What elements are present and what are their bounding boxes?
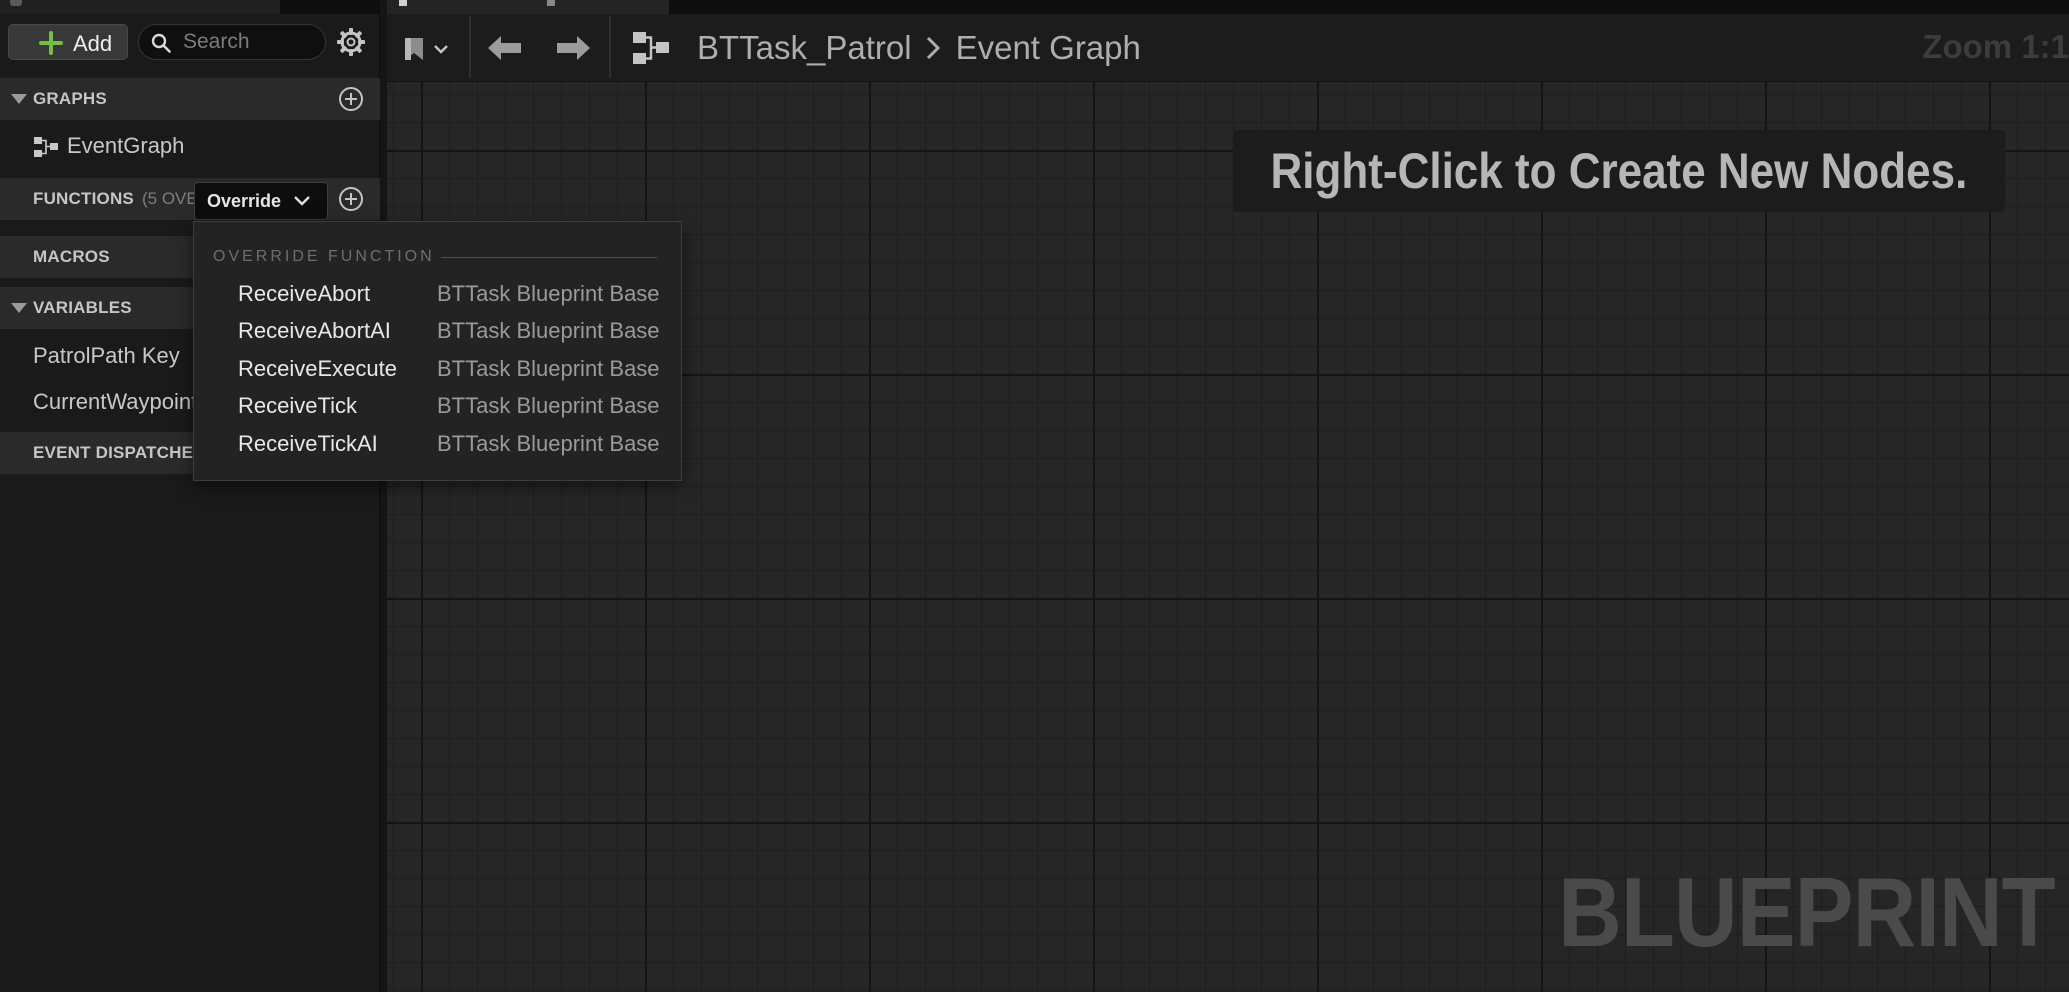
breadcrumb: BTTask_Patrol Event Graph [697,26,1141,70]
override-dropdown-button[interactable]: Override [194,182,328,220]
section-label: MACROS [33,247,110,266]
create-nodes-hint: Right-Click to Create New Nodes. [1233,130,2005,212]
add-function-button[interactable] [338,186,364,212]
breadcrumb-item-graph[interactable]: Event Graph [956,29,1141,67]
search-icon [151,33,171,53]
override-label: Override [207,191,282,211]
override-function-menu: OVERRIDE FUNCTION ReceiveAbort BTTask Bl… [193,221,682,481]
menu-item-receivetickai[interactable]: ReceiveTickAI BTTask Blueprint Base [194,426,681,463]
breadcrumb-item-blueprint[interactable]: BTTask_Patrol [697,29,912,67]
arrow-left-icon[interactable] [485,32,525,64]
variable-label: CurrentWaypoint [33,389,198,414]
add-button[interactable]: Add [8,24,128,60]
hint-text: Right-Click to Create New Nodes. [1270,143,1968,199]
menu-item-owner: BTTask Blueprint Base [437,393,660,418]
graph-icon [633,32,669,64]
search-box[interactable] [138,24,326,60]
toolbar-separator [609,16,611,78]
toolbar-separator [469,16,471,78]
section-label: VARIABLES [33,298,132,317]
graph-toolbar: BTTask_Patrol Event Graph Zoom 1:1 [387,14,2069,82]
plus-icon [39,31,63,55]
graph-item-eventgraph[interactable]: EventGraph [0,128,380,164]
functions-count: (5 OVE [142,189,198,208]
menu-item-receivetick[interactable]: ReceiveTick BTTask Blueprint Base [194,388,681,425]
event-graph-tab[interactable] [387,0,669,14]
expand-triangle-icon [11,303,27,313]
panel-toolbar: Add [0,14,380,70]
my-blueprint-tab[interactable] [0,0,280,14]
menu-item-name: ReceiveTickAI [238,431,378,456]
arrow-right-icon[interactable] [553,32,593,64]
add-button-label: Add [73,31,113,56]
graph-icon [34,137,58,157]
menu-item-owner: BTTask Blueprint Base [437,356,660,381]
section-label: GRAPHS [33,89,107,108]
chevron-right-icon [926,36,940,60]
menu-item-receiveexecute[interactable]: ReceiveExecute BTTask Blueprint Base [194,351,681,388]
variable-label: PatrolPath Key [33,343,180,368]
section-label: FUNCTIONS [33,189,134,208]
menu-item-owner: BTTask Blueprint Base [437,318,660,343]
tab-icon [399,0,407,6]
search-input[interactable] [183,29,319,55]
zoom-level: Zoom 1:1 [1922,28,2069,65]
section-label: EVENT DISPATCHERS [33,443,218,462]
section-header-graphs[interactable]: GRAPHS [0,78,380,120]
bookmark-icon[interactable] [401,34,457,66]
menu-item-receiveabort[interactable]: ReceiveAbort BTTask Blueprint Base [194,276,681,313]
gear-icon[interactable] [336,27,366,57]
tab-label-fragment [547,0,555,6]
graph-tab-strip [387,0,2069,14]
menu-item-owner: BTTask Blueprint Base [437,431,660,456]
menu-item-owner: BTTask Blueprint Base [437,281,660,306]
expand-triangle-icon [11,94,27,104]
menu-item-receiveabortai[interactable]: ReceiveAbortAI BTTask Blueprint Base [194,313,681,350]
menu-item-name: ReceiveAbortAI [238,318,391,343]
left-tab-strip [0,0,380,14]
blueprint-watermark: BLUEPRINT [1558,857,2056,967]
menu-item-name: ReceiveAbort [238,281,371,306]
menu-header: OVERRIDE FUNCTION [213,248,435,265]
menu-item-name: ReceiveTick [238,393,357,418]
graph-canvas[interactable]: Right-Click to Create New Nodes. BLUEPRI… [387,14,2069,992]
add-graph-button[interactable] [338,86,364,112]
graph-item-label: EventGraph [67,133,185,158]
menu-divider [441,257,657,258]
menu-item-name: ReceiveExecute [238,356,397,381]
tab-icon [10,0,22,6]
my-blueprint-panel: Add GRAPHS [0,0,380,992]
chevron-down-icon [294,196,310,206]
